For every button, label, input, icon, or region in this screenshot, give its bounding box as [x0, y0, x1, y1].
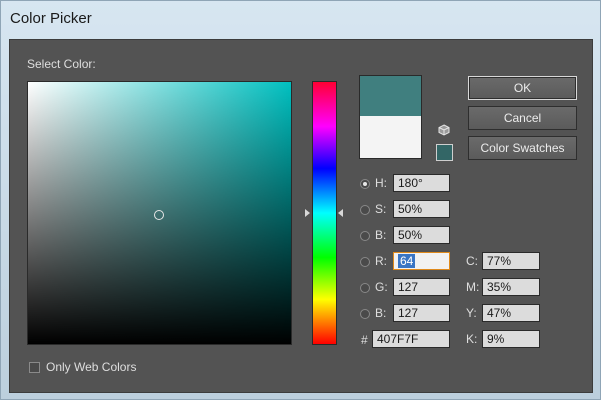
- color-marker-circle[interactable]: [154, 210, 164, 220]
- window-frame: Color Picker Select Color: OK Cancel Col…: [0, 0, 601, 400]
- cyan-field[interactable]: 77%: [482, 252, 540, 270]
- cube-icon[interactable]: [438, 124, 450, 136]
- new-color-swatch: [360, 76, 421, 116]
- hue-slider-right-arrow[interactable]: [338, 209, 343, 217]
- saturation-radio[interactable]: [360, 205, 370, 215]
- blue-field[interactable]: 127: [393, 304, 450, 322]
- brightness-radio[interactable]: [360, 231, 370, 241]
- green-radio[interactable]: [360, 283, 370, 293]
- hex-field[interactable]: 407F7F: [372, 330, 450, 348]
- green-label: G:: [375, 280, 388, 294]
- black-label: K:: [466, 332, 478, 346]
- brightness-label: B:: [375, 228, 387, 242]
- yellow-label: Y:: [466, 306, 477, 320]
- hue-slider[interactable]: [312, 81, 337, 345]
- hue-slider-left-arrow[interactable]: [305, 209, 310, 217]
- red-label: R:: [375, 254, 387, 268]
- only-web-colors-checkbox[interactable]: [29, 362, 40, 373]
- saturation-label: S:: [375, 202, 387, 216]
- hue-radio[interactable]: [360, 179, 370, 189]
- blue-radio[interactable]: [360, 309, 370, 319]
- hue-label: H:: [375, 176, 387, 190]
- red-radio[interactable]: [360, 257, 370, 267]
- cancel-button[interactable]: Cancel: [468, 106, 577, 130]
- color-swatches-button[interactable]: Color Swatches: [468, 136, 577, 160]
- color-picker-dialog: Select Color: OK Cancel Color Swatches H…: [9, 39, 593, 393]
- hex-label: #: [361, 333, 368, 347]
- black-field[interactable]: 9%: [482, 330, 540, 348]
- brightness-field[interactable]: 50%: [393, 226, 450, 244]
- window-title: Color Picker: [10, 10, 92, 27]
- red-field[interactable]: 64: [393, 252, 450, 270]
- only-web-colors-label[interactable]: Only Web Colors: [46, 360, 136, 374]
- current-color-swatch[interactable]: [360, 116, 421, 158]
- saturation-field[interactable]: 50%: [393, 200, 450, 218]
- yellow-field[interactable]: 47%: [482, 304, 540, 322]
- color-field[interactable]: [27, 81, 292, 345]
- websafe-color-swatch[interactable]: [436, 144, 453, 161]
- select-color-label: Select Color:: [27, 57, 96, 71]
- color-preview: [359, 75, 422, 159]
- cyan-label: C:: [466, 254, 478, 268]
- red-value: 64: [398, 254, 416, 268]
- hue-field[interactable]: 180°: [393, 174, 450, 192]
- magenta-field[interactable]: 35%: [482, 278, 540, 296]
- magenta-label: M:: [466, 280, 480, 294]
- green-field[interactable]: 127: [393, 278, 450, 296]
- blue-label: B:: [375, 306, 387, 320]
- ok-button[interactable]: OK: [468, 76, 577, 100]
